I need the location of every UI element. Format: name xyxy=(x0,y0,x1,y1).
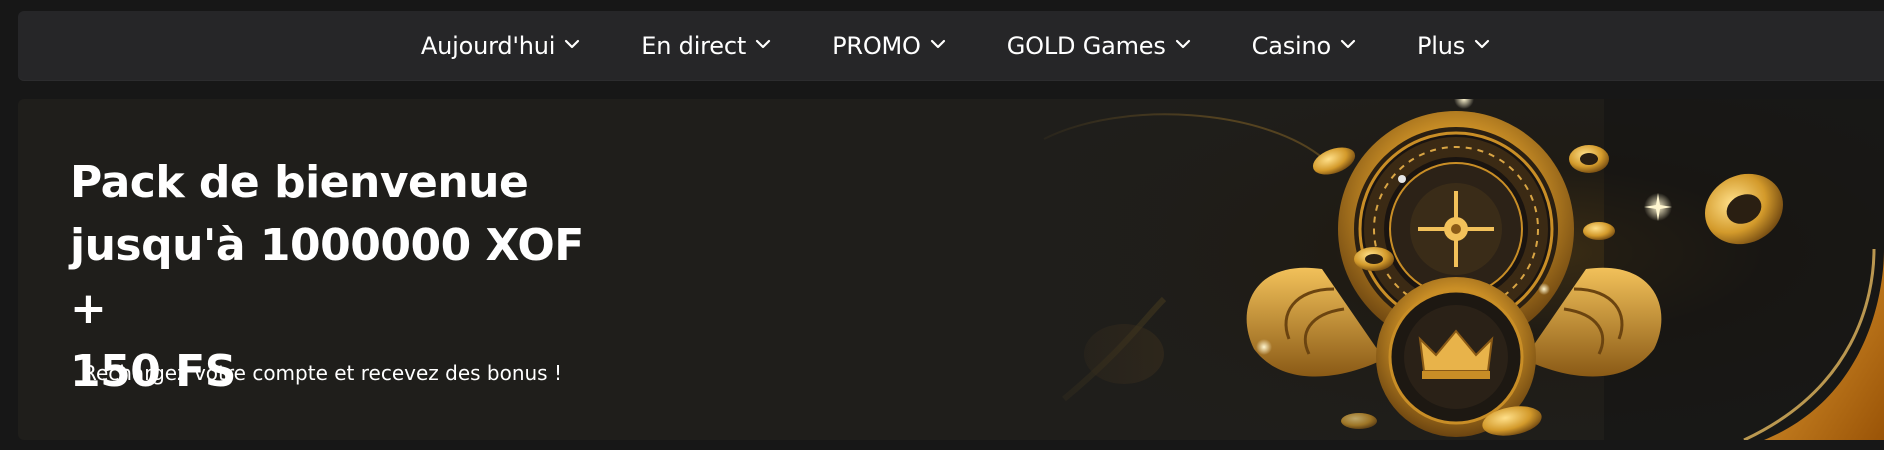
nav-item-plus[interactable]: Plus xyxy=(1417,32,1491,60)
nav-item-gold-games[interactable]: GOLD Games xyxy=(1007,32,1192,60)
nav-item-label: En direct xyxy=(641,32,747,60)
nav-item-label: Plus xyxy=(1417,32,1466,60)
banner-title-line2: jusqu'à 1000000 XOF + xyxy=(70,220,584,334)
chevron-down-icon xyxy=(929,35,947,53)
nav-item-promo[interactable]: PROMO xyxy=(832,32,947,60)
banner-title-line1: Pack de bienvenue xyxy=(70,157,529,208)
nav-item-label: Casino xyxy=(1251,32,1332,60)
chevron-down-icon xyxy=(1473,35,1491,53)
roulette-wheel-illustration xyxy=(1004,99,1884,440)
nav-item-label: GOLD Games xyxy=(1006,32,1166,60)
nav-item-en-direct[interactable]: En direct xyxy=(641,32,772,60)
nav-item-label: PROMO xyxy=(832,32,921,60)
chevron-down-icon xyxy=(1339,35,1357,53)
chevron-down-icon xyxy=(1174,35,1192,53)
nav-item-aujourdhui[interactable]: Aujourd'hui xyxy=(421,32,581,60)
page: Aujourd'hui En direct PROMO GOLD Games C… xyxy=(0,0,1884,450)
chevron-down-icon xyxy=(754,35,772,53)
nav-menu: Aujourd'hui En direct PROMO GOLD Games C… xyxy=(18,11,1884,81)
nav-item-label: Aujourd'hui xyxy=(420,32,556,60)
welcome-bonus-banner[interactable]: Pack de bienvenue jusqu'à 1000000 XOF + … xyxy=(18,99,1884,440)
nav-item-casino[interactable]: Casino xyxy=(1252,32,1357,60)
top-navigation-bar: Aujourd'hui En direct PROMO GOLD Games C… xyxy=(18,11,1884,81)
chevron-down-icon xyxy=(563,35,581,53)
banner-subtitle: Rechargez votre compte et recevez des bo… xyxy=(83,361,562,385)
